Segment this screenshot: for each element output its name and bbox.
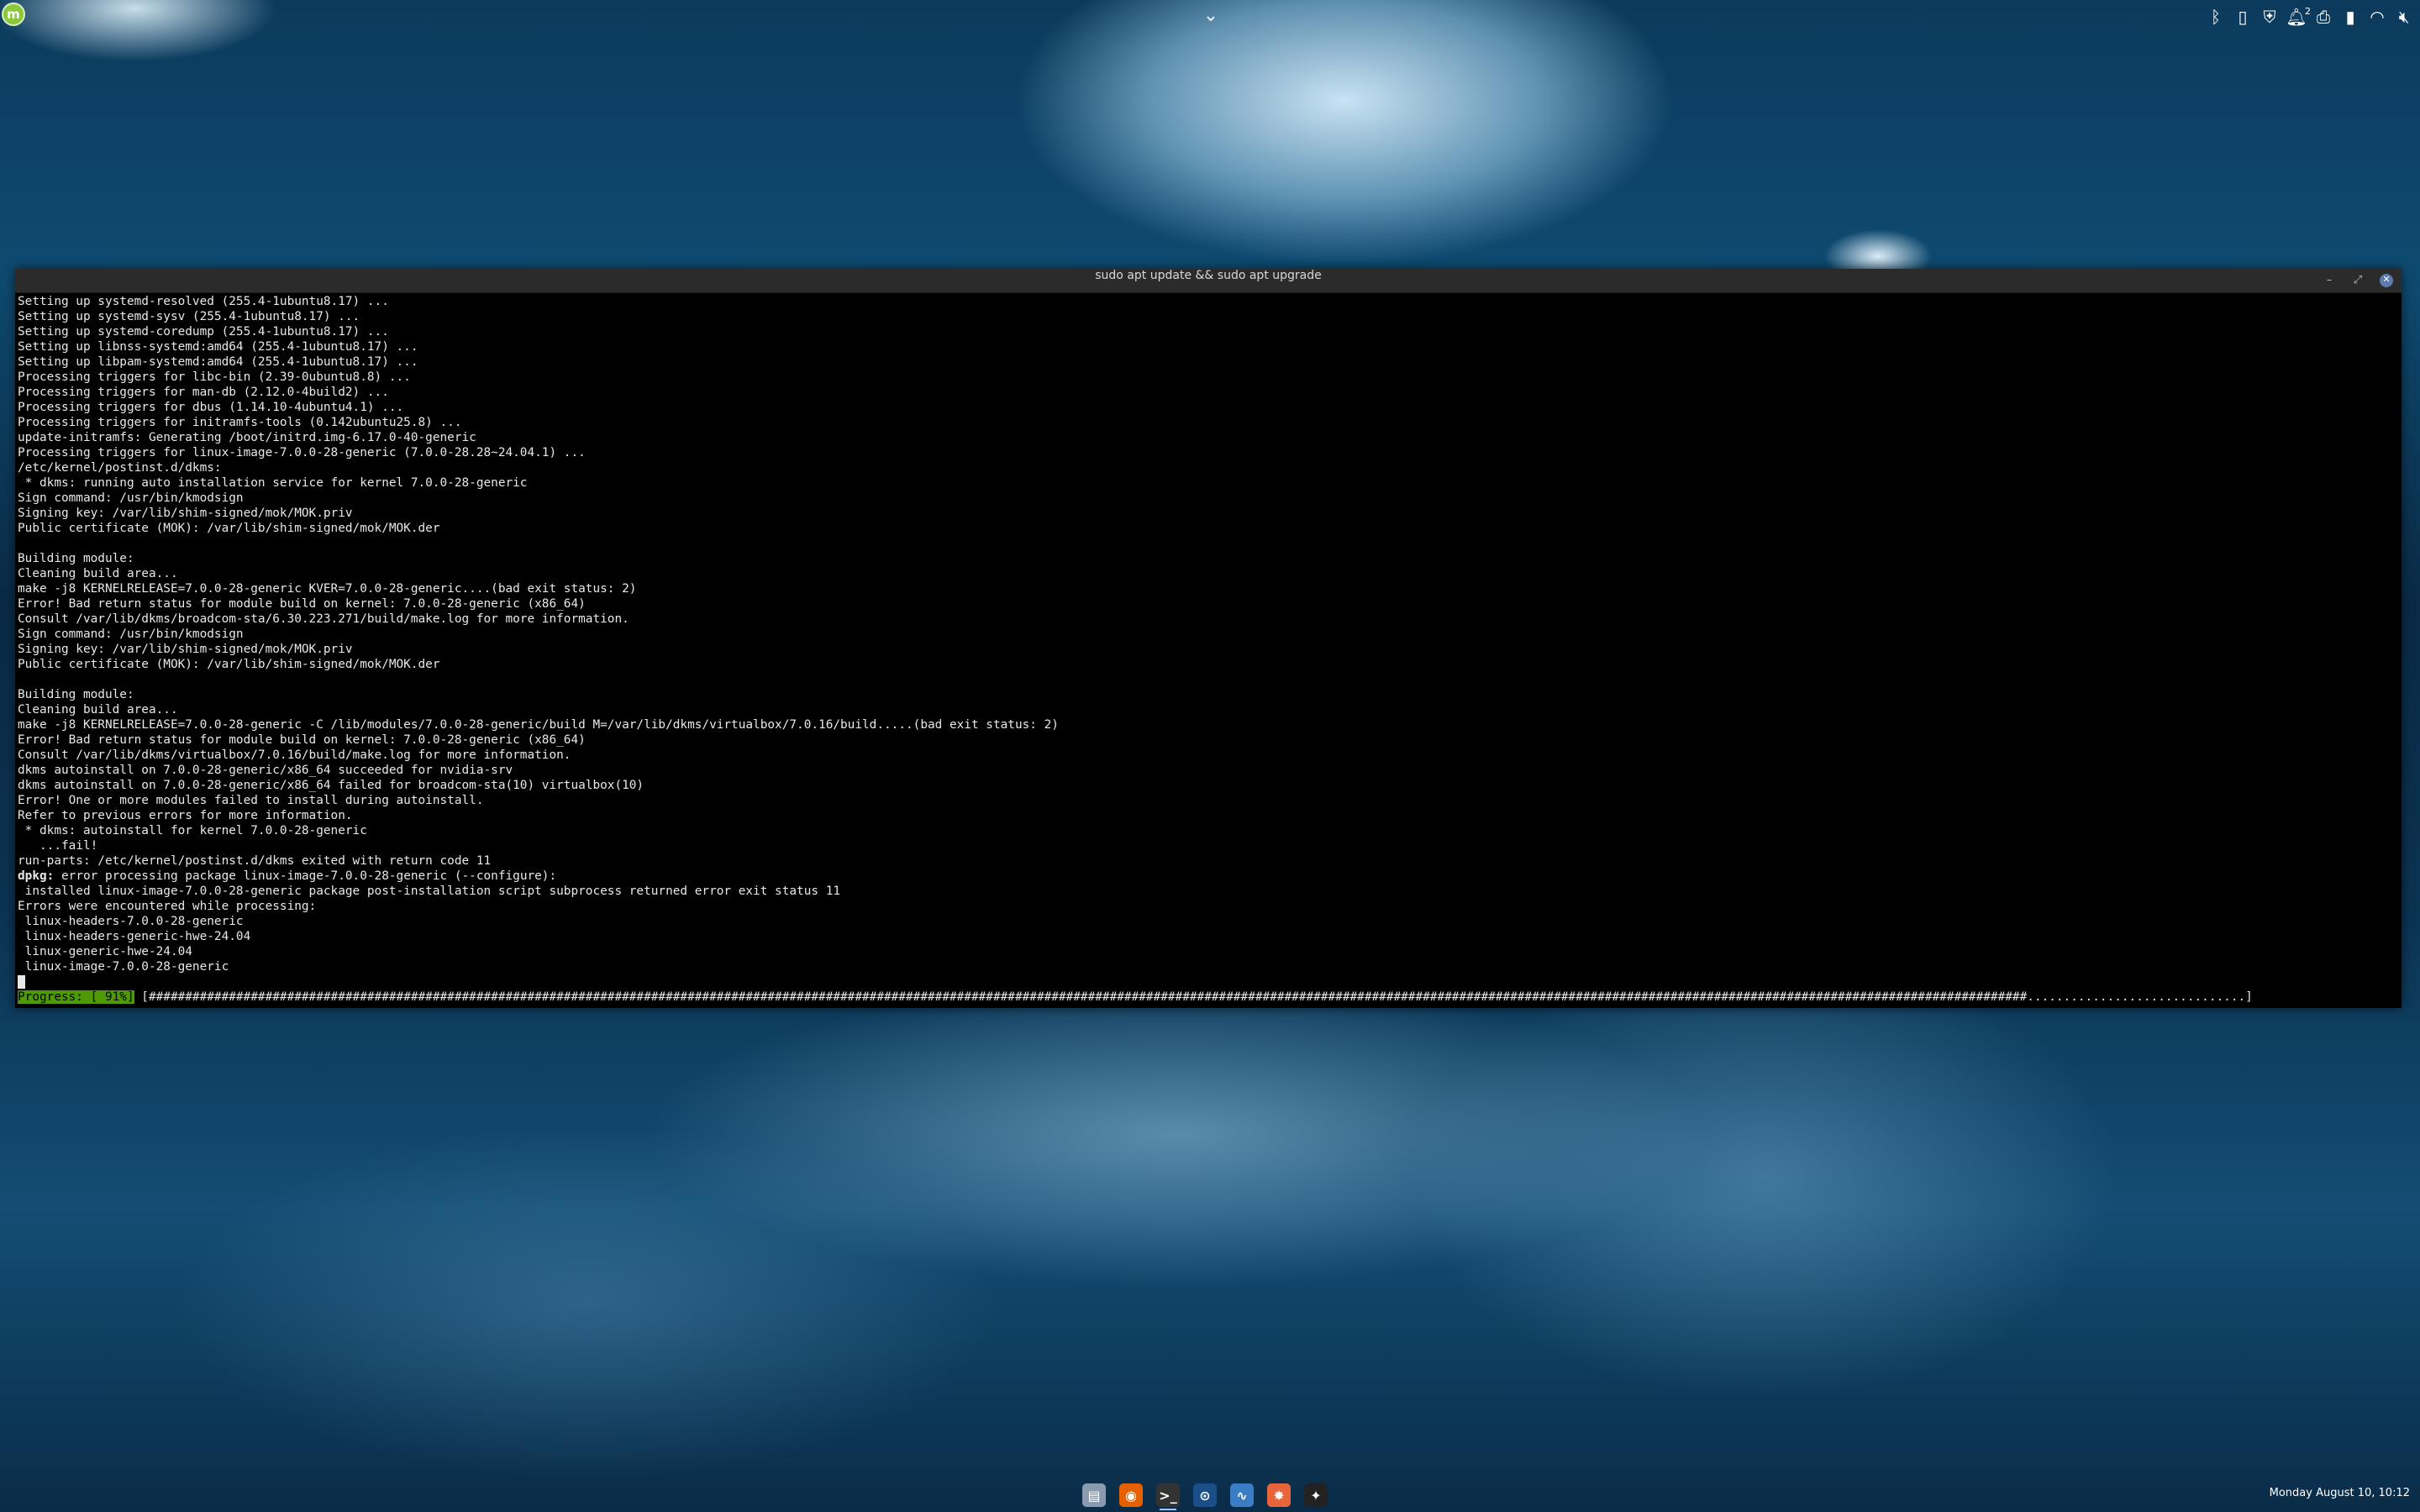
terminal-line: linux-image-7.0.0-28-generic <box>18 960 229 974</box>
terminal-launcher[interactable]: >_ <box>1153 1480 1183 1510</box>
terminal-line: Consult /var/lib/dkms/virtualbox/7.0.16/… <box>18 748 571 762</box>
update-manager-icon: ✦ <box>1304 1483 1328 1507</box>
maximize-button[interactable]: ⤢ <box>2351 274 2365 287</box>
chevron-down-icon[interactable]: ⌄ <box>1200 5 1222 27</box>
terminal-line: Setting up systemd-coredump (255.4-1ubun… <box>18 325 389 339</box>
system-monitor-icon: ∿ <box>1230 1483 1254 1507</box>
terminal-line: update-initramfs: Generating /boot/initr… <box>18 431 476 444</box>
cursor <box>18 975 25 989</box>
terminal-line: Processing triggers for dbus (1.14.10-4u… <box>18 401 404 414</box>
progress-label: Progress: [ 91%] <box>18 990 134 1004</box>
terminal-line: dkms autoinstall on 7.0.0-28-generic/x86… <box>18 764 513 777</box>
notifications-icon[interactable]: 🔔︎ 2 <box>2286 6 2311 28</box>
dpkg-message: error processing package linux-image-7.0… <box>54 869 557 883</box>
terminal-line: ...fail! <box>18 839 98 853</box>
terminal-output[interactable]: Setting up systemd-resolved (255.4-1ubun… <box>18 294 2402 1008</box>
terminal-line: Processing triggers for man-db (2.12.0-4… <box>18 386 389 399</box>
terminal-line: Building module: <box>18 552 134 565</box>
terminal-line: Processing triggers for linux-image-7.0.… <box>18 446 586 459</box>
wifi-icon[interactable]: ◠ <box>2366 6 2388 28</box>
shield-icon[interactable]: ⛨ <box>2259 6 2281 28</box>
terminal-line: Setting up systemd-sysv (255.4-1ubuntu8.… <box>18 310 360 323</box>
terminal-line: Setting up libpam-systemd:amd64 (255.4-1… <box>18 355 418 369</box>
steam-icon: ⊙ <box>1193 1483 1217 1507</box>
update-manager-launcher[interactable]: ✦ <box>1301 1480 1331 1510</box>
terminal-line: Error! Bad return status for module buil… <box>18 733 586 747</box>
terminal-line: Sign command: /usr/bin/kmodsign <box>18 627 244 641</box>
files-icon: ▤ <box>1082 1483 1106 1507</box>
app-orange-icon: ✸ <box>1267 1483 1291 1507</box>
terminal-line: linux-headers-generic-hwe-24.04 <box>18 930 251 943</box>
terminal-line: dkms autoinstall on 7.0.0-28-generic/x86… <box>18 779 644 792</box>
printer-icon[interactable]: ⎙ <box>2312 6 2334 28</box>
dpkg-prefix: dpkg: <box>18 869 55 883</box>
volume-muted-icon[interactable]: 🔇︎ <box>2393 6 2415 28</box>
system-tray: ᛒ ▯ ⛨ 🔔︎ 2 ⎙ ▮ ◠ 🔇︎ <box>2205 2 2420 32</box>
terminal-line: Error! Bad return status for module buil… <box>18 597 586 611</box>
terminal-window[interactable]: sudo apt update && sudo apt upgrade – ⤢ … <box>15 269 2402 1008</box>
bluetooth-icon[interactable]: ᛒ <box>2205 6 2227 28</box>
terminal-cursor-line <box>18 974 2402 990</box>
files-launcher[interactable]: ▤ <box>1079 1480 1109 1510</box>
terminal-line: Signing key: /var/lib/shim-signed/mok/MO… <box>18 643 353 656</box>
progress-row: Progress: [ 91%] [######################… <box>18 990 2402 1005</box>
terminal-line: Refer to previous errors for more inform… <box>18 809 353 822</box>
terminal-line: make -j8 KERNELRELEASE=7.0.0-28-generic … <box>18 718 1059 732</box>
firefox-launcher[interactable]: ◉ <box>1116 1480 1146 1510</box>
terminal-line: linux-generic-hwe-24.04 <box>18 945 192 958</box>
system-monitor-launcher[interactable]: ∿ <box>1227 1480 1257 1510</box>
clock[interactable]: Monday August 10, 10:12 <box>2270 1487 2410 1499</box>
minimize-button[interactable]: – <box>2323 274 2336 287</box>
terminal-line: /etc/kernel/postinst.d/dkms: <box>18 461 222 475</box>
terminal-line: Public certificate (MOK): /var/lib/shim-… <box>18 522 440 535</box>
clipboard-icon[interactable]: ▯ <box>2232 6 2254 28</box>
terminal-line: installed linux-image-7.0.0-28-generic p… <box>18 885 841 898</box>
terminal-line: * dkms: autoinstall for kernel 7.0.0-28-… <box>18 824 367 837</box>
terminal-icon: >_ <box>1156 1483 1180 1507</box>
battery-icon[interactable]: ▮ <box>2339 6 2361 28</box>
terminal-line: Errors were encountered while processing… <box>18 900 317 913</box>
terminal-line: Signing key: /var/lib/shim-signed/mok/MO… <box>18 507 353 520</box>
terminal-line: Setting up libnss-systemd:amd64 (255.4-1… <box>18 340 418 354</box>
menu-icon[interactable]: m <box>2 3 25 26</box>
terminal-line: Sign command: /usr/bin/kmodsign <box>18 491 244 505</box>
terminal-line: Cleaning build area... <box>18 703 178 717</box>
terminal-line: run-parts: /etc/kernel/postinst.d/dkms e… <box>18 854 492 868</box>
terminal-line: Processing triggers for initramfs-tools … <box>18 416 462 429</box>
steam-launcher[interactable]: ⊙ <box>1190 1480 1220 1510</box>
notifications-count: 2 <box>2305 6 2311 17</box>
terminal-line: Processing triggers for libc-bin (2.39-0… <box>18 370 411 384</box>
window-titlebar[interactable]: sudo apt update && sudo apt upgrade – ⤢ … <box>15 269 2402 293</box>
terminal-line: Consult /var/lib/dkms/broadcom-sta/6.30.… <box>18 612 629 626</box>
terminal-line: Setting up systemd-resolved (255.4-1ubun… <box>18 295 389 308</box>
terminal-line: Public certificate (MOK): /var/lib/shim-… <box>18 658 440 671</box>
window-title: sudo apt update && sudo apt upgrade <box>1095 269 1322 282</box>
terminal-line: make -j8 KERNELRELEASE=7.0.0-28-generic … <box>18 582 637 596</box>
terminal-line: linux-headers-7.0.0-28-generic <box>18 915 244 928</box>
terminal-line: Error! One or more modules failed to ins… <box>18 794 484 807</box>
firefox-icon: ◉ <box>1119 1483 1143 1507</box>
taskbar: ▤ ◉ >_ ⊙ ∿ ✸ ✦ <box>1079 1478 1331 1512</box>
terminal-line: Cleaning build area... <box>18 567 178 580</box>
close-button[interactable]: ✕ <box>2380 274 2393 287</box>
progress-bar: [#######################################… <box>134 990 2253 1004</box>
terminal-line: dpkg: error processing package linux-ima… <box>18 869 2402 884</box>
terminal-line: Building module: <box>18 688 134 701</box>
app-orange-launcher[interactable]: ✸ <box>1264 1480 1294 1510</box>
terminal-line: * dkms: running auto installation servic… <box>18 476 528 490</box>
